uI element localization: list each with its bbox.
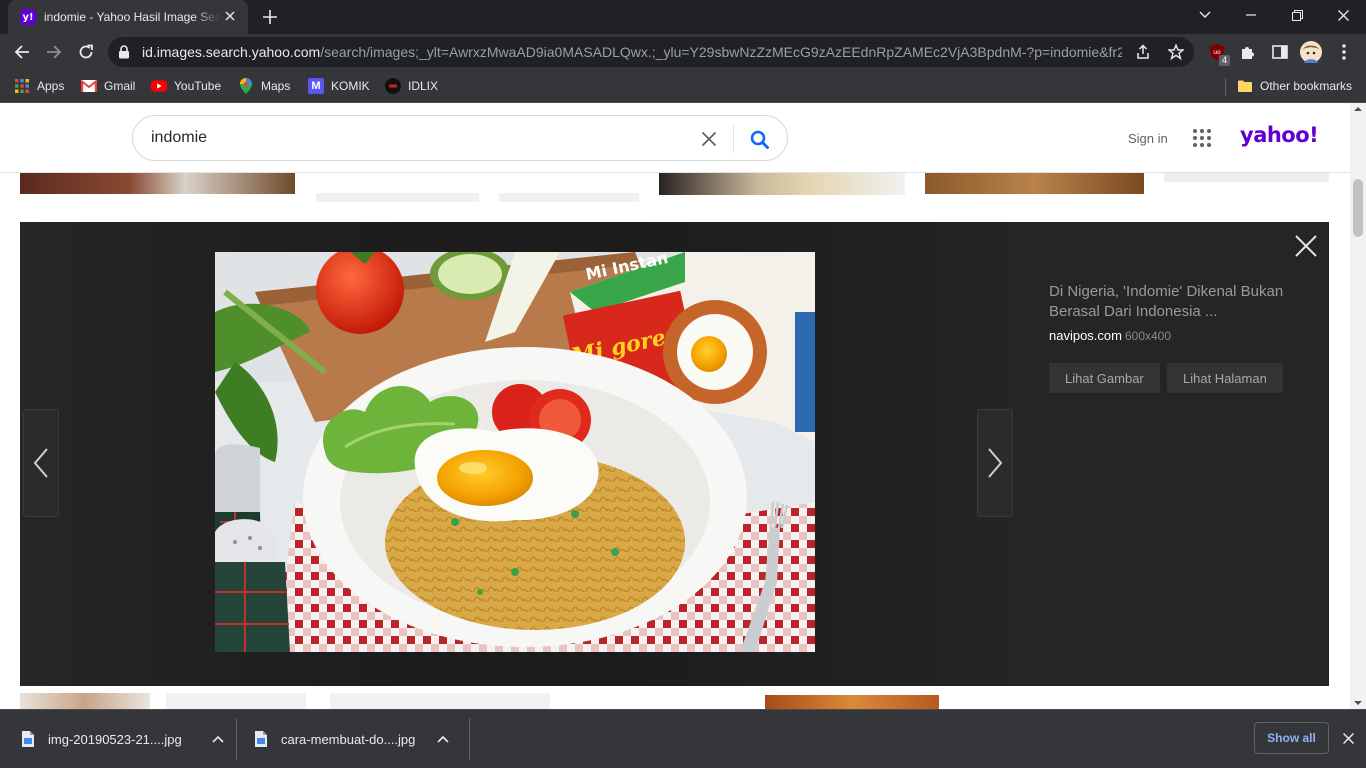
chevron-up-icon[interactable] (437, 735, 449, 743)
bookmark-idlix[interactable]: IDLIX (385, 77, 438, 95)
ublock-extension-icon[interactable]: uo 4 (1205, 40, 1230, 66)
download-item[interactable]: cara-membuat-do....jpg (255, 710, 449, 768)
bookmark-star-icon[interactable] (1167, 43, 1185, 61)
show-all-downloads-button[interactable]: Show all (1254, 722, 1329, 754)
komik-icon: M (308, 78, 324, 94)
tab-yahoo-images[interactable]: y! indomie - Yahoo Hasil Image Search (8, 0, 248, 34)
bookmark-label: KOMIK (331, 79, 370, 93)
other-bookmarks[interactable]: Other bookmarks (1237, 77, 1352, 95)
yahoo-favicon-icon: y! (20, 9, 36, 25)
chrome-menu-icon[interactable] (1332, 40, 1356, 64)
tab-search-chevron-icon[interactable] (1182, 0, 1228, 30)
extension-badge: 4 (1218, 55, 1230, 66)
search-icon[interactable] (749, 129, 771, 151)
download-item[interactable]: img-20190523-21....jpg (22, 710, 224, 768)
search-box (132, 115, 788, 161)
download-separator (469, 718, 470, 760)
download-filename: cara-membuat-do....jpg (281, 731, 416, 747)
side-panel-icon[interactable] (1268, 40, 1292, 64)
result-thumbnail[interactable] (20, 693, 150, 709)
tab-strip: y! indomie - Yahoo Hasil Image Search (0, 0, 1366, 34)
result-thumbnail[interactable] (20, 173, 295, 194)
yahoo-logo[interactable]: yahoo! (1240, 123, 1319, 147)
image-dimensions: 600x400 (1124, 329, 1172, 343)
address-bar[interactable]: id.images.search.yahoo.com/search/images… (108, 37, 1194, 67)
close-shelf-icon[interactable] (1338, 728, 1358, 748)
scroll-up-icon (1354, 107, 1362, 111)
download-shelf: img-20190523-21....jpg cara-membuat-do..… (0, 709, 1366, 768)
back-button[interactable] (8, 38, 36, 66)
download-filename: img-20190523-21....jpg (48, 731, 182, 747)
scroll-down-icon (1354, 701, 1362, 705)
search-divider (733, 125, 734, 153)
view-page-button[interactable]: Lihat Halaman (1167, 363, 1283, 393)
preview-image[interactable]: Mi Instan Mi goreng (215, 252, 815, 652)
yahoo-header: Sign in yahoo! (0, 103, 1350, 173)
close-viewer-icon[interactable] (1294, 234, 1318, 258)
yahoo-apps-icon[interactable] (1193, 129, 1211, 147)
image-title[interactable]: Di Nigeria, 'Indomie' Dikenal Bukan Bera… (1049, 282, 1309, 322)
restore-button[interactable] (1274, 0, 1320, 30)
close-window-button[interactable] (1320, 0, 1366, 30)
result-thumbnail[interactable] (166, 693, 306, 709)
bookmarks-bar: Apps Gmail YouTube Maps M KOMIK IDLIX Ot… (0, 70, 1366, 103)
tab-close-icon[interactable] (222, 9, 238, 25)
bookmark-label: Apps (37, 79, 65, 93)
share-icon[interactable] (1134, 43, 1152, 61)
page-scrollbar[interactable] (1350, 103, 1366, 709)
youtube-icon (151, 78, 167, 94)
result-thumbnail-selected[interactable] (659, 173, 905, 201)
new-tab-button[interactable] (258, 5, 282, 29)
bookmark-label: Gmail (104, 79, 136, 93)
download-separator (236, 718, 237, 760)
folder-icon (1237, 78, 1253, 94)
file-icon (255, 731, 267, 747)
result-thumbnail[interactable] (316, 193, 479, 202)
bookmark-label: Maps (261, 79, 291, 93)
bookmark-label: Other bookmarks (1260, 79, 1353, 93)
result-thumbnail[interactable] (925, 173, 1144, 194)
browser-toolbar: id.images.search.yahoo.com/search/images… (0, 34, 1366, 70)
bookmark-label: YouTube (174, 79, 222, 93)
clear-search-icon[interactable] (699, 129, 719, 149)
scroll-thumb[interactable] (1353, 179, 1363, 237)
apps-grid-icon (14, 78, 30, 94)
bookmark-apps[interactable]: Apps (14, 77, 64, 95)
page-viewport: Sign in yahoo! (0, 103, 1350, 709)
image-source: navipos.com 600x400 (1049, 328, 1171, 343)
file-icon (22, 731, 34, 747)
search-input[interactable] (151, 127, 671, 149)
bookmark-maps[interactable]: Maps (238, 77, 290, 95)
forward-button[interactable] (40, 38, 68, 66)
reload-button[interactable] (72, 38, 100, 66)
view-image-button[interactable]: Lihat Gambar (1049, 363, 1160, 393)
bookmark-gmail[interactable]: Gmail (81, 77, 135, 95)
result-thumbnail[interactable] (330, 693, 550, 709)
minimize-button[interactable] (1228, 0, 1274, 30)
source-domain[interactable]: navipos.com (1049, 328, 1122, 343)
bookmark-label: IDLIX (408, 79, 439, 93)
result-thumbnail[interactable] (1164, 173, 1329, 182)
profile-avatar[interactable] (1299, 40, 1323, 64)
tab-title: indomie - Yahoo Hasil Image Search (44, 10, 220, 24)
previous-image-button[interactable] (23, 409, 59, 517)
bookmark-youtube[interactable]: YouTube (151, 77, 221, 95)
image-viewer: Mi Instan Mi goreng Di Nigeria, 'Indomie… (20, 222, 1329, 686)
idlix-icon (385, 78, 401, 94)
bookmark-komik[interactable]: M KOMIK (308, 77, 370, 95)
chevron-up-icon[interactable] (212, 735, 224, 743)
result-thumbnail[interactable] (765, 695, 939, 709)
next-image-button[interactable] (977, 409, 1013, 517)
url-text[interactable]: id.images.search.yahoo.com/search/images… (142, 44, 1122, 60)
lock-icon[interactable] (118, 45, 130, 64)
sign-in-link[interactable]: Sign in (1128, 131, 1168, 146)
gmail-icon (81, 78, 97, 94)
bookmarks-separator (1225, 78, 1226, 96)
extensions-puzzle-icon[interactable] (1236, 40, 1260, 64)
maps-icon (238, 78, 254, 94)
result-thumbnail[interactable] (499, 193, 639, 202)
